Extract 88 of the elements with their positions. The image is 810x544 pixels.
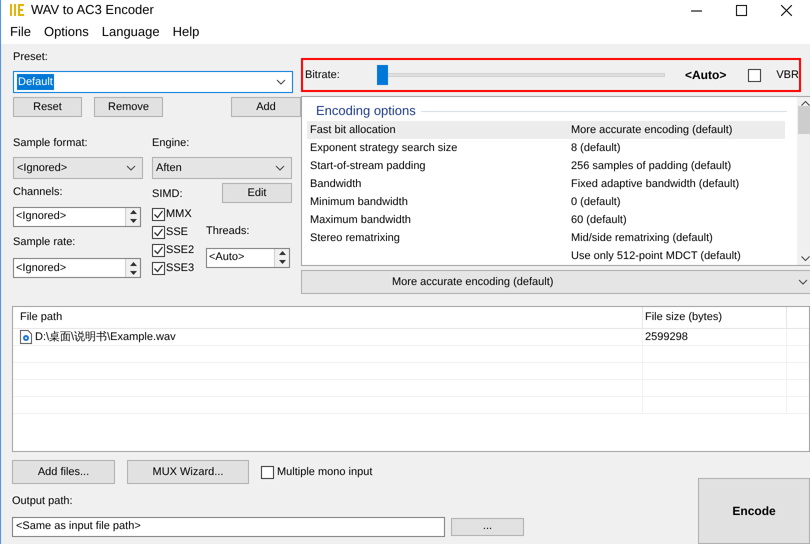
channels-label: Channels: <box>13 186 63 198</box>
option-value: 256 samples of padding (default) <box>571 158 732 174</box>
column-header[interactable]: File path <box>13 307 643 328</box>
remove-button[interactable]: Remove <box>94 97 163 117</box>
menu-item[interactable]: Options <box>44 22 89 42</box>
option-value: Mid/side rematrixing (default) <box>571 230 713 246</box>
threads-label: Threads: <box>206 225 250 237</box>
engine-label: Engine: <box>152 136 190 150</box>
channels-field[interactable]: <Ignored> <box>13 206 141 226</box>
scrollbar[interactable] <box>796 97 810 265</box>
checkbox[interactable] <box>152 226 165 238</box>
vbr-label: VBR <box>776 68 799 83</box>
checkbox-label: Multiple mono input <box>277 464 372 480</box>
output-path-field[interactable]: <Same as input file path> <box>12 516 445 536</box>
engine-dropdown[interactable]: Aften <box>152 157 292 179</box>
option-name: Maximum bandwidth <box>309 212 412 228</box>
browse-button[interactable]: ... <box>451 518 524 536</box>
spin-arrows-icon[interactable] <box>274 248 289 266</box>
option-value: 0 (default) <box>571 194 621 210</box>
checkbox-label: SSE3 <box>166 260 194 276</box>
window-title: WAV to AC3 Encoder <box>31 1 154 20</box>
scroll-down-icon[interactable] <box>800 256 810 261</box>
option-row[interactable]: Minimum bandwidth 0 (default) <box>307 193 785 211</box>
chevron-down-icon <box>798 279 808 285</box>
option-row[interactable]: Maximum bandwidth 60 (default) <box>307 211 785 229</box>
scroll-thumb[interactable] <box>798 106 810 134</box>
reset-button[interactable]: Reset <box>13 97 82 117</box>
bitrate-label: Bitrate: <box>305 68 341 83</box>
spin-arrows-icon[interactable] <box>125 208 140 226</box>
preset-label: Preset: <box>13 50 49 64</box>
chevron-down-icon <box>126 165 136 171</box>
checkbox-label: SSE2 <box>166 242 194 258</box>
option-row[interactable]: Exponent strategy search size 8 (default) <box>307 139 785 157</box>
preset-dropdown[interactable]: Default <box>13 71 293 93</box>
sample-rate-field[interactable]: <Ignored> <box>13 258 141 278</box>
encode-button[interactable]: Encode <box>698 478 810 544</box>
option-row[interactable]: Fast bit allocation More accurate encoding (default) <box>307 121 785 139</box>
option-value: 60 (default) <box>571 212 627 228</box>
checkbox[interactable] <box>748 68 762 82</box>
close-icon[interactable] <box>781 4 792 16</box>
option-row[interactable]: Bandwidth Fixed adaptive bandwidth (default) <box>307 175 785 193</box>
group-heading: Encoding options <box>316 102 416 120</box>
option-row[interactable]: Start-of-stream padding 256 samples of padding (default) <box>307 157 785 175</box>
threads-field[interactable]: <Auto> <box>206 248 290 268</box>
file-size-cell-text: 2599298 <box>645 330 688 345</box>
option-name: Stereo rematrixing <box>309 230 401 246</box>
output-path-label: Output path: <box>12 494 74 509</box>
option-value: Use only 512-point MDCT (default) <box>571 248 741 264</box>
column-header[interactable]: File size (bytes) <box>643 307 787 328</box>
slider-thumb[interactable] <box>377 65 388 85</box>
sample-format-dropdown[interactable]: <Ignored> <box>13 157 143 179</box>
maximize-icon[interactable] <box>736 4 747 16</box>
audio-file-icon <box>20 330 32 344</box>
menu-item[interactable]: Language <box>102 22 160 42</box>
sample-format-label: Sample format: <box>13 136 89 150</box>
option-value: More accurate encoding (default) <box>571 122 732 138</box>
chevron-down-icon <box>275 165 285 171</box>
checkbox[interactable] <box>152 262 165 274</box>
option-value: Fixed adaptive bandwidth (default) <box>571 176 740 192</box>
menu-item[interactable]: Help <box>172 22 200 42</box>
chevron-down-icon <box>276 79 286 85</box>
menu-item[interactable]: File <box>10 22 31 42</box>
simd-label: SIMD: <box>152 188 183 200</box>
option-name: Fast bit allocation <box>309 122 397 138</box>
checkbox[interactable] <box>261 466 274 478</box>
option-name: Start-of-stream padding <box>309 158 427 174</box>
scroll-up-icon[interactable] <box>800 101 810 106</box>
bitrate-reading: <Auto> <box>685 67 726 84</box>
add-files-button[interactable]: Add files... <box>12 460 115 484</box>
value-dropdown[interactable]: More accurate encoding (default) <box>301 270 810 294</box>
add-button[interactable]: Add <box>231 97 301 117</box>
file-path-cell-text: D:\桌面\说明书\Example.wav <box>35 330 176 345</box>
spin-arrows-icon[interactable] <box>125 259 140 277</box>
option-name: Minimum bandwidth <box>309 194 409 210</box>
checkbox[interactable] <box>152 244 165 256</box>
option-row[interactable]: Use only 512-point MDCT (default) <box>307 247 785 265</box>
checkbox-label: SSE <box>166 224 188 240</box>
option-name: Bandwidth <box>309 176 362 192</box>
option-name: Exponent strategy search size <box>309 140 458 156</box>
mux-wizard-button[interactable]: MUX Wizard... <box>127 460 249 484</box>
option-row[interactable]: Stereo rematrixing Mid/side rematrixing (default) <box>307 229 785 247</box>
checkbox[interactable] <box>152 208 165 220</box>
app-logo-icon <box>9 3 25 17</box>
bitrate-slider[interactable] <box>377 65 665 85</box>
option-value: 8 (default) <box>571 140 621 156</box>
edit-button[interactable]: Edit <box>222 183 292 203</box>
sample-rate-label: Sample rate: <box>13 236 76 248</box>
checkbox-label: MMX <box>166 206 192 222</box>
